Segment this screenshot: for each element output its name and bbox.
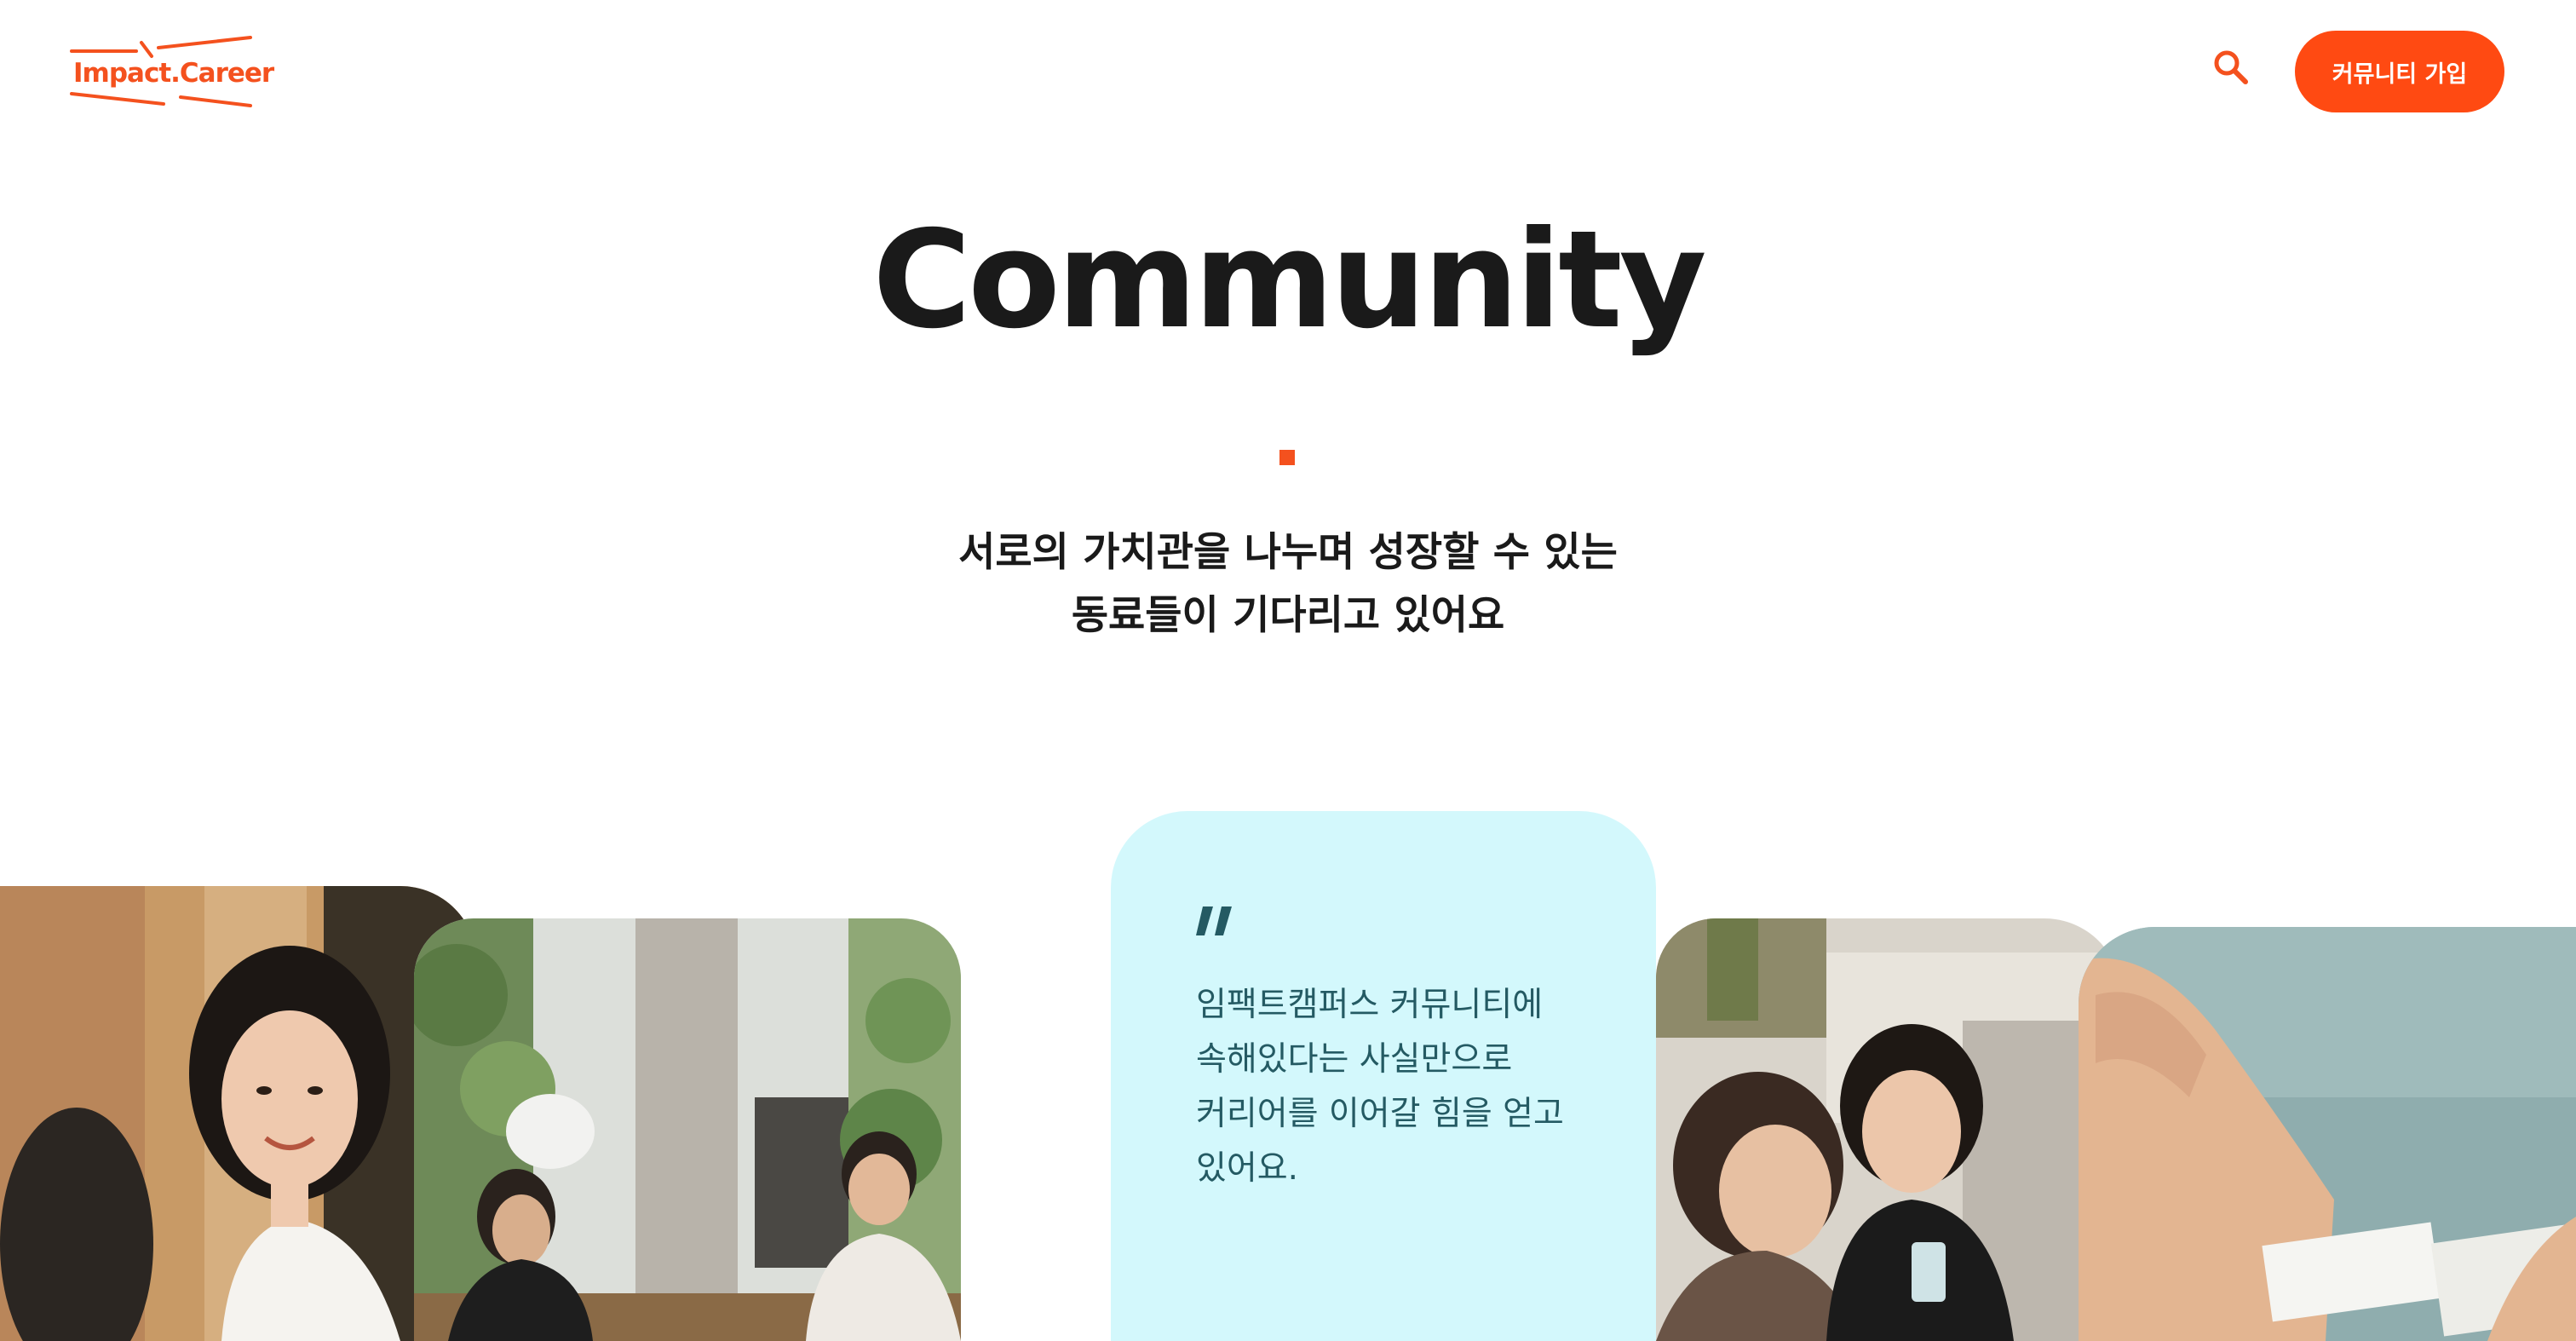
- testimonial-line: 속해있다는 사실만으로: [1196, 1040, 1513, 1079]
- subtitle-line: 서로의 가치관을 나누며 성장할 수 있는: [958, 529, 1618, 576]
- testimonial-text: 임팩트캠퍼스 커뮤니티에 속해있다는 사실만으로 커리어를 이어갈 힘을 얻고 …: [1196, 978, 1622, 1196]
- join-community-button[interactable]: 커뮤니티 가입: [2295, 31, 2504, 112]
- testimonial-card: 임팩트캠퍼스 커뮤니티에 속해있다는 사실만으로 커리어를 이어갈 힘을 얻고 …: [1111, 811, 1656, 1341]
- testimonial-line: 임팩트캠퍼스 커뮤니티에: [1196, 986, 1544, 1024]
- hero-subtitle: 서로의 가치관을 나누며 성장할 수 있는 동료들이 기다리고 있어요: [0, 521, 2576, 647]
- subtitle-line: 동료들이 기다리고 있어요: [1071, 592, 1505, 639]
- quote-icon: [1196, 906, 1232, 935]
- logo-wordmark: Impact.Career: [73, 58, 274, 89]
- community-photo-woman-smiling: [0, 886, 477, 1341]
- community-photo-women-laughing: [1656, 918, 2121, 1341]
- community-photo-office-lounge: [414, 918, 961, 1341]
- community-photo-business-card: [2079, 927, 2576, 1341]
- accent-dot: [1279, 450, 1295, 465]
- testimonial-line: 있어요.: [1196, 1149, 1299, 1188]
- page-title: Community: [872, 202, 1706, 359]
- brand-logo[interactable]: Impact.Career: [70, 32, 274, 111]
- search-button[interactable]: [2210, 46, 2251, 87]
- testimonial-line: 커리어를 이어갈 힘을 얻고: [1196, 1095, 1564, 1133]
- search-icon: [2214, 50, 2248, 84]
